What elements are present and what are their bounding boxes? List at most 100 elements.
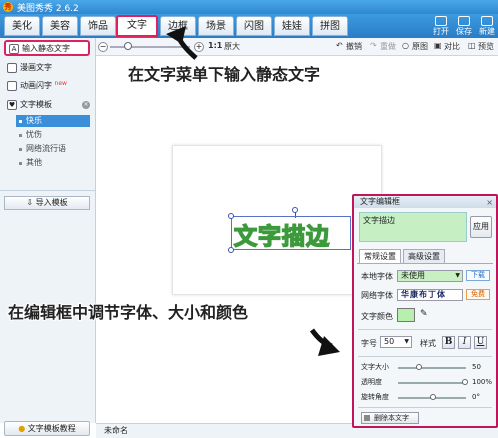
style-label: 样式 xyxy=(420,339,436,348)
template-item-internet-slang[interactable]: 网络流行语 xyxy=(16,143,90,155)
zoom-ratio[interactable]: 1:1 xyxy=(208,41,222,50)
tab-frame[interactable]: 边框 xyxy=(160,16,196,36)
local-font-value: 未使用 xyxy=(401,271,425,280)
tab-general-settings[interactable]: 常规设置 xyxy=(359,249,401,263)
annotation-top: 在文字菜单下输入静态文字 xyxy=(128,65,321,84)
delete-text-label: 删除本文字 xyxy=(374,414,409,422)
compare-button[interactable]: 对比 xyxy=(444,41,460,52)
size-label: 字号 xyxy=(361,339,377,348)
font-size-select[interactable]: 50 ▼ xyxy=(380,336,412,348)
original-image-button[interactable]: 原图 xyxy=(412,41,428,52)
folder-icon xyxy=(435,16,447,26)
panel-divider xyxy=(358,329,492,330)
text-input[interactable]: 文字描边 xyxy=(359,212,467,242)
rotate-handle[interactable] xyxy=(292,207,298,213)
bullet-icon xyxy=(19,162,22,165)
sidebar-divider xyxy=(0,190,96,191)
undo-icon[interactable]: ↶ xyxy=(336,41,343,50)
text-templates-header[interactable]: ♥ 文字模板 xyxy=(4,98,90,114)
rotation-slider-value: 0° xyxy=(472,393,480,401)
tab-beauty[interactable]: 美容 xyxy=(42,16,78,36)
new-file-icon xyxy=(481,16,493,26)
static-text-label: 输入静态文字 xyxy=(22,44,70,53)
web-font-select[interactable]: 华康布丁体 xyxy=(397,289,463,301)
panel-divider xyxy=(358,407,492,408)
preview-button[interactable]: 预览 xyxy=(478,41,494,52)
eyedropper-icon[interactable]: ✎ xyxy=(420,309,428,319)
opacity-slider[interactable] xyxy=(398,382,466,384)
resize-handle-bottom-left[interactable] xyxy=(228,247,234,253)
zoom-out-icon[interactable]: − xyxy=(98,42,108,52)
bold-button[interactable]: B xyxy=(442,336,455,349)
bullet-icon xyxy=(19,148,22,151)
apply-button[interactable]: 应用 xyxy=(470,216,492,238)
preview-icon: ◫ xyxy=(468,41,476,50)
app-logo-icon: 秀 xyxy=(3,2,13,12)
opacity-slider-knob[interactable] xyxy=(462,379,468,385)
tab-collage[interactable]: 拼图 xyxy=(312,16,348,36)
static-text-button[interactable]: A 输入静态文字 xyxy=(4,40,90,56)
open-button[interactable]: 打开 xyxy=(430,16,452,36)
local-font-label: 本地字体 xyxy=(361,272,393,281)
delete-text-button[interactable]: 删除本文字 xyxy=(361,412,419,424)
window-title: 美图秀秀 2.6.2 xyxy=(17,4,79,14)
tab-beautify[interactable]: 美化 xyxy=(4,16,40,36)
close-icon[interactable]: × xyxy=(486,197,493,209)
bullet-icon xyxy=(19,120,22,123)
opacity-label: 透明度 xyxy=(361,378,382,386)
tab-text[interactable]: 文字 xyxy=(116,15,158,37)
new-badge: new xyxy=(54,80,67,87)
template-item-other[interactable]: 其他 xyxy=(16,157,90,169)
template-item-label: 忧伤 xyxy=(26,130,42,139)
redo-button[interactable]: 重做 xyxy=(380,41,396,52)
tab-accessories[interactable]: 饰品 xyxy=(80,16,116,36)
close-icon[interactable]: × xyxy=(82,101,90,109)
lightbulb-icon: ● xyxy=(18,424,26,433)
panel-title-text: 文字编辑框 xyxy=(360,197,400,206)
zoom-in-icon[interactable]: + xyxy=(194,42,204,52)
tab-doll[interactable]: 娃娃 xyxy=(274,16,310,36)
text-a-icon: A xyxy=(9,44,19,54)
zoom-slider[interactable] xyxy=(110,46,190,48)
tab-flash[interactable]: 闪图 xyxy=(236,16,272,36)
tab-scene[interactable]: 场景 xyxy=(198,16,234,36)
text-object[interactable]: 文字描边 xyxy=(231,216,351,251)
font-size-slider-value: 50 xyxy=(472,363,481,371)
template-item-label: 快乐 xyxy=(26,116,42,125)
text-editor-panel: 文字编辑框 × 文字描边 应用 常规设置 高级设置 本地字体 未使用 ▼ 下载 … xyxy=(352,194,498,428)
text-color-swatch[interactable] xyxy=(397,308,415,322)
original-size-button[interactable]: 原大 xyxy=(224,41,240,52)
font-size-value: 50 xyxy=(384,337,395,346)
speech-bubble-icon xyxy=(7,63,17,73)
underline-button[interactable]: U xyxy=(474,336,487,349)
font-size-label: 文字大小 xyxy=(361,363,389,371)
animated-text-button[interactable]: 动画闪字 new xyxy=(4,79,90,95)
new-button[interactable]: 新建 xyxy=(476,16,498,36)
template-item-sad[interactable]: 忧伤 xyxy=(16,129,90,141)
rotation-label: 旋转角度 xyxy=(361,393,389,401)
save-icon xyxy=(458,16,470,26)
local-font-select[interactable]: 未使用 ▼ xyxy=(397,270,463,282)
redo-icon[interactable]: ↷ xyxy=(370,41,377,50)
heart-icon: ♥ xyxy=(7,100,17,110)
save-label: 保存 xyxy=(456,27,472,36)
free-badge[interactable]: 免费 xyxy=(466,289,490,300)
resize-handle-top-left[interactable] xyxy=(228,213,234,219)
tab-advanced-settings[interactable]: 高级设置 xyxy=(403,249,445,263)
annotation-bottom: 在编辑框中调节字体、大小和颜色 xyxy=(8,303,249,322)
italic-button[interactable]: I xyxy=(458,336,471,349)
save-button[interactable]: 保存 xyxy=(453,16,475,36)
font-size-slider[interactable] xyxy=(398,367,466,369)
template-item-happy[interactable]: 快乐 xyxy=(16,115,90,127)
download-button[interactable]: 下载 xyxy=(466,270,490,281)
sub-toolbar: − + 1:1 原大 ↶ 撤销 ↷ 重做 ○ 原图 ▣ 对比 ◫ 预览 xyxy=(96,38,498,56)
new-label: 新建 xyxy=(479,27,495,36)
undo-button[interactable]: 撤销 xyxy=(346,41,362,52)
zoom-slider-knob[interactable] xyxy=(124,42,132,50)
rotation-slider-knob[interactable] xyxy=(430,394,436,400)
template-item-label: 网络流行语 xyxy=(26,144,66,153)
comic-text-button[interactable]: 漫画文字 xyxy=(4,61,90,77)
import-template-button[interactable]: ⇩ 导入模板 xyxy=(4,196,90,210)
font-size-slider-knob[interactable] xyxy=(416,364,422,370)
template-tutorial-button[interactable]: ● 文字模板教程 xyxy=(4,421,90,436)
